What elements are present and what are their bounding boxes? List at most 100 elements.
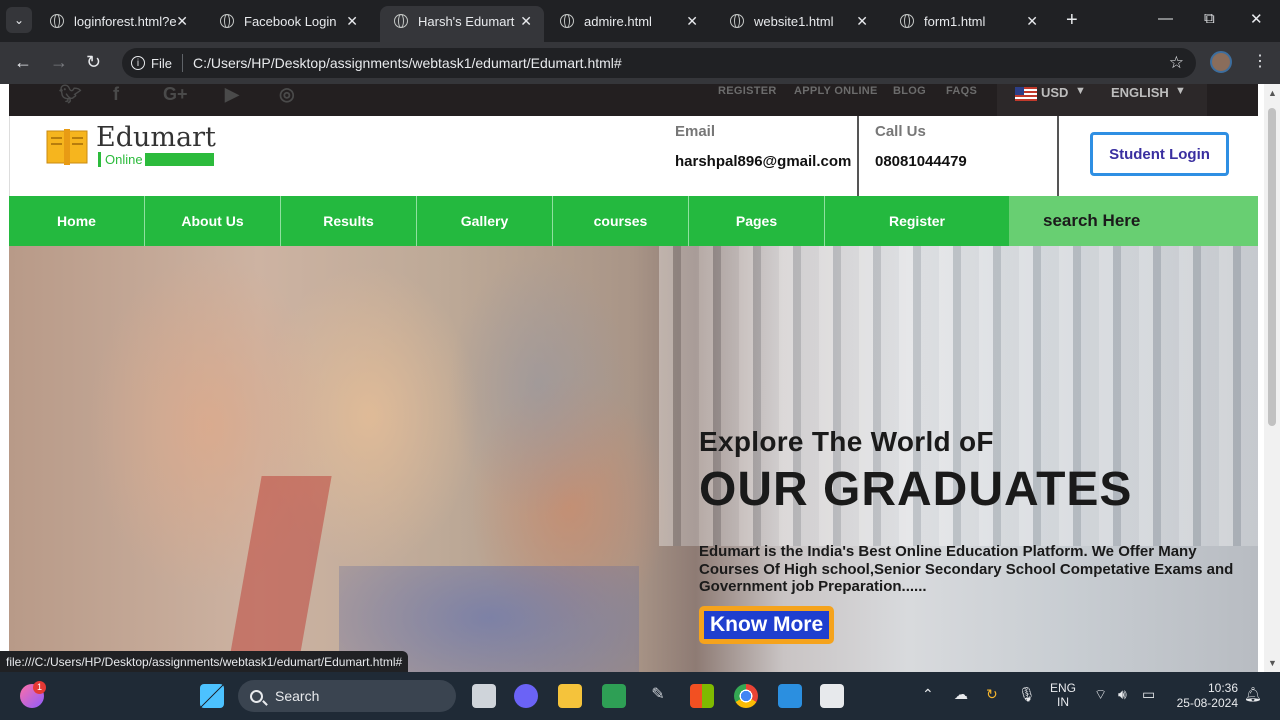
hero-description: Edumart is the India's Best Online Educa…: [699, 543, 1234, 595]
taskbar-search[interactable]: Search: [238, 680, 456, 712]
currency-select[interactable]: USD: [1041, 85, 1068, 100]
close-tab-icon[interactable]: ✕: [686, 13, 698, 30]
tab-title: Harsh's Edumart: [418, 13, 515, 29]
close-window-icon[interactable]: ✕: [1250, 10, 1263, 28]
scroll-up-icon[interactable]: ▲: [1268, 88, 1277, 98]
close-tab-icon[interactable]: ✕: [176, 13, 188, 30]
nav-pages[interactable]: Pages: [689, 196, 825, 246]
bookmark-star-icon[interactable]: ☆: [1169, 53, 1184, 73]
scroll-down-icon[interactable]: ▼: [1268, 658, 1277, 668]
site-info-icon[interactable]: i: [131, 56, 145, 70]
taskbar-search-label: Search: [275, 688, 320, 704]
windows-taskbar: Search ✎ ⌃ ☁ ↻ 🎙︎ ENG IN ⌔ 🔊︎ ▭ 10:36 25…: [0, 672, 1280, 720]
topbar-link-apply-online[interactable]: APPLY ONLINE: [794, 85, 878, 97]
store-icon[interactable]: [690, 684, 714, 708]
divider: [857, 116, 859, 196]
wifi-icon[interactable]: ⌔: [1094, 686, 1107, 704]
tab-form1[interactable]: form1.html ✕: [886, 6, 1050, 36]
logo-subtitle: Online: [98, 152, 145, 167]
microphone-icon[interactable]: 🎙︎: [1018, 686, 1036, 703]
chrome-icon[interactable]: [734, 684, 758, 708]
browser-toolbar: ← → ↻ i File C:/Users/HP/Desktop/assignm…: [0, 42, 1280, 84]
nav-register[interactable]: Register: [825, 196, 1009, 246]
chevron-down-icon[interactable]: ▼: [1175, 85, 1186, 97]
facebook-icon[interactable]: f: [113, 84, 119, 105]
minimize-icon[interactable]: —: [1158, 10, 1173, 27]
google-plus-icon[interactable]: G+: [163, 84, 188, 105]
topbar-link-blog[interactable]: BLOG: [893, 85, 926, 97]
chevron-down-icon[interactable]: ▼: [1075, 85, 1086, 97]
clock[interactable]: 10:36 25-08-2024: [1172, 681, 1238, 711]
pen-tool-icon[interactable]: ✎: [646, 684, 670, 708]
instagram-icon[interactable]: ◎: [279, 84, 295, 105]
nav-results[interactable]: Results: [281, 196, 417, 246]
address-scheme: File: [151, 55, 172, 71]
twitter-icon[interactable]: 🐦︎: [59, 84, 82, 105]
know-more-button[interactable]: Know More: [699, 605, 835, 644]
onedrive-icon[interactable]: ☁: [954, 686, 968, 703]
forward-icon[interactable]: →: [50, 52, 68, 73]
close-tab-icon[interactable]: ✕: [346, 13, 358, 30]
profile-avatar[interactable]: [1210, 51, 1232, 73]
notification-badge: 1: [33, 681, 46, 694]
more-menu-icon[interactable]: ⋮: [1252, 51, 1268, 71]
topbar-link-register[interactable]: REGISTER: [718, 85, 777, 97]
tab-loginforest[interactable]: loginforest.html?e ✕: [36, 6, 200, 36]
close-tab-icon[interactable]: ✕: [856, 13, 868, 30]
vscode-icon[interactable]: [778, 684, 802, 708]
language-code: ENG: [1050, 681, 1077, 695]
page-scrollbar[interactable]: ▲ ▼: [1264, 84, 1280, 672]
logo-subtitle-bar: Online: [98, 152, 214, 167]
close-tab-icon[interactable]: ✕: [520, 13, 532, 30]
tab-admire[interactable]: admire.html ✕: [546, 6, 710, 36]
main-nav: Home About Us Results Gallery courses Pa…: [9, 196, 1258, 246]
search-input[interactable]: search Here: [1009, 196, 1258, 246]
windows-start-icon[interactable]: [200, 684, 224, 708]
topbar-link-faqs[interactable]: FAQS: [946, 85, 977, 97]
tab-website1[interactable]: website1.html ✕: [716, 6, 880, 36]
input-language[interactable]: ENG IN: [1050, 681, 1076, 709]
tab-title: loginforest.html?e: [74, 13, 177, 29]
scrollbar-thumb[interactable]: [1268, 108, 1276, 426]
new-tab-icon[interactable]: +: [1066, 9, 1078, 32]
notification-bell-icon[interactable]: 🔔︎: [1244, 686, 1262, 703]
nav-about-us[interactable]: About Us: [145, 196, 281, 246]
address-url: C:/Users/HP/Desktop/assignments/webtask1…: [192, 55, 622, 71]
tab-title: form1.html: [924, 13, 986, 29]
divider: [181, 54, 183, 72]
address-bar[interactable]: i File C:/Users/HP/Desktop/assignments/w…: [122, 48, 1196, 78]
task-view-icon[interactable]: [472, 684, 496, 708]
chevron-up-icon[interactable]: ⌃: [922, 686, 934, 703]
phone-value: 08081044479: [875, 153, 967, 170]
student-login-button[interactable]: Student Login: [1090, 132, 1229, 176]
back-icon[interactable]: ←: [14, 52, 32, 73]
youtube-icon[interactable]: ▶: [225, 84, 239, 105]
globe-icon: [220, 14, 234, 28]
sync-icon[interactable]: ↻: [986, 686, 998, 703]
book-logo-icon: [46, 129, 88, 165]
battery-icon[interactable]: ▭: [1142, 686, 1155, 703]
clock-time: 10:36: [1207, 681, 1238, 695]
file-explorer-icon[interactable]: [558, 684, 582, 708]
tab-facebook-login[interactable]: Facebook Login ✕: [206, 6, 370, 36]
hero-title: OUR GRADUATES: [699, 463, 1133, 516]
tab-title: admire.html: [584, 13, 652, 29]
reload-icon[interactable]: ↻: [86, 52, 101, 73]
language-select[interactable]: ENGLISH: [1111, 85, 1169, 100]
web-page: 🐦︎ f G+ ▶ ◎ REGISTER APPLY ONLINE BLOG F…: [0, 84, 1264, 672]
meet-icon[interactable]: [514, 684, 538, 708]
nav-home[interactable]: Home: [9, 196, 145, 246]
close-tab-icon[interactable]: ✕: [1026, 13, 1038, 30]
nav-gallery[interactable]: Gallery: [417, 196, 553, 246]
logo-name[interactable]: Edumart: [96, 122, 216, 153]
currency-language-selector: USD ▼ ENGLISH ▼: [997, 84, 1207, 116]
volume-icon[interactable]: 🔊︎: [1118, 686, 1127, 703]
nav-courses[interactable]: courses: [553, 196, 689, 246]
us-flag-icon: [1015, 87, 1037, 101]
restore-icon[interactable]: ⧉: [1204, 10, 1215, 27]
spreadsheet-app-icon[interactable]: [602, 684, 626, 708]
tab-search-button[interactable]: ⌄: [6, 7, 32, 33]
snipping-tool-icon[interactable]: [820, 684, 844, 708]
search-icon: [250, 689, 263, 703]
tab-harshs-edumart[interactable]: Harsh's Edumart ✕: [380, 6, 544, 42]
